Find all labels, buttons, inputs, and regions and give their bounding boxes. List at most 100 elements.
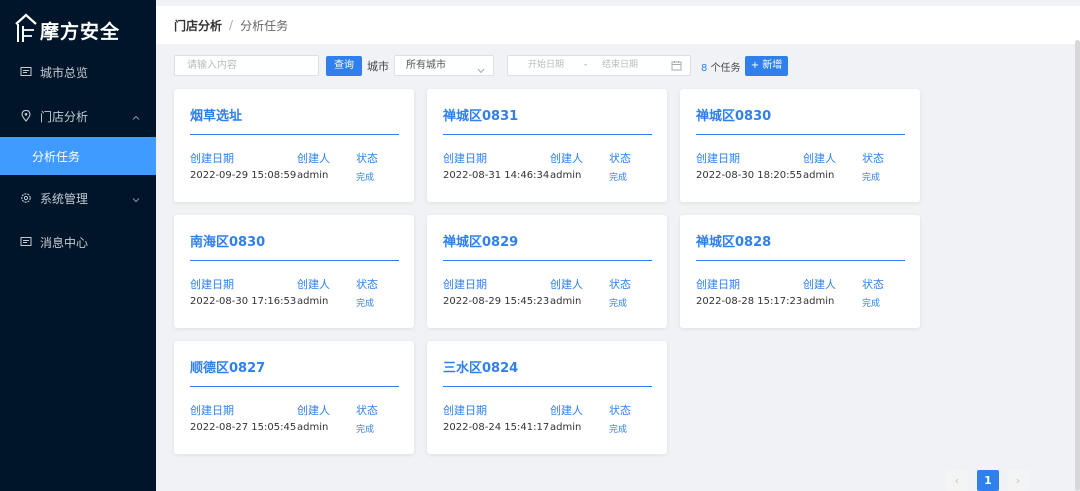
calendar-icon [671, 60, 682, 71]
date-range-picker[interactable]: 开始日期 - 结束日期 [507, 55, 691, 76]
creator-value: admin [297, 422, 329, 433]
task-title[interactable]: 南海区0830 [190, 231, 265, 250]
sidebar-item-analysis-tasks[interactable]: 分析任务 [0, 137, 156, 175]
status-label: 状态 [356, 152, 378, 165]
status-label: 状态 [862, 278, 884, 291]
task-title[interactable]: 烟草选址 [190, 105, 242, 124]
vertical-scrollbar[interactable] [1075, 40, 1080, 491]
sidebar-item-city-overview[interactable]: 城市总览 [0, 53, 156, 91]
created-date-label: 创建日期 [443, 278, 487, 291]
created-date-label: 创建日期 [190, 152, 234, 165]
creator-value: admin [297, 170, 329, 181]
breadcrumb: 门店分析 / 分析任务 [156, 6, 1080, 44]
created-date-label: 创建日期 [443, 152, 487, 165]
status-badge: 完成 [862, 299, 881, 309]
query-button[interactable]: 查询 [326, 56, 362, 76]
next-page-button[interactable]: › [1007, 470, 1029, 491]
creator-label: 创建人 [297, 404, 330, 417]
creator-label: 创建人 [297, 278, 330, 291]
status-badge: 完成 [609, 173, 628, 183]
creator-value: admin [550, 422, 582, 433]
task-card[interactable]: 禅城区0828 创建日期 创建人 状态 2022-08-28 15:17:23 admin… [680, 215, 920, 328]
created-date-label: 创建日期 [696, 278, 740, 291]
page-number-button[interactable]: 1 [977, 470, 999, 491]
task-card[interactable]: 烟草选址创建日期 创建人 状态 2022-09-29 15:08:59 admin 完成 [174, 89, 414, 202]
location-pin-icon [20, 110, 32, 122]
city-label: 城市 [367, 60, 389, 73]
task-title[interactable]: 禅城区0828 [696, 231, 771, 250]
creator-label: 创建人 [550, 152, 583, 165]
creator-value: admin [550, 296, 582, 307]
add-task-button[interactable]: + 新增 [745, 56, 788, 76]
created-date-label: 创建日期 [443, 404, 487, 417]
sidebar-item-store-analysis[interactable]: 门店分析 [0, 97, 156, 135]
end-date-field[interactable]: 结束日期 [602, 56, 638, 75]
card-divider [190, 260, 399, 261]
breadcrumb-current: 分析任务 [240, 18, 289, 33]
card-divider [443, 134, 652, 135]
task-count-number: 8 [701, 63, 708, 74]
task-card[interactable]: 三水区0824 创建日期 创建人 状态 2022-08-24 15:41:17 admin… [427, 341, 667, 454]
chevron-down-icon [477, 62, 485, 74]
task-count-unit: 个任务 [710, 63, 741, 74]
creator-label: 创建人 [297, 152, 330, 165]
task-title[interactable]: 顺德区0827 [190, 357, 265, 376]
city-select-value: 所有城市 [406, 60, 446, 71]
task-card[interactable]: 禅城区0830 创建日期 创建人 状态 2022-08-30 18:20:55 admin… [680, 89, 920, 202]
city-select[interactable]: 所有城市 [394, 55, 494, 76]
logo-text: 摩方安全 [40, 20, 121, 43]
status-label: 状态 [356, 404, 378, 417]
filter-toolbar: 请输入内容 查询 城市 所有城市 开始日期 - 结束日期 8 个任务 + 新增 [174, 55, 1074, 77]
message-square-icon [20, 236, 32, 248]
sidebar-item-label: 门店分析 [40, 109, 89, 124]
status-label: 状态 [862, 152, 884, 165]
status-badge: 完成 [356, 299, 375, 309]
task-title[interactable]: 禅城区0829 [443, 231, 518, 250]
created-date-value: 2022-09-29 15:08:59 [190, 170, 297, 181]
chevron-down-icon [132, 193, 140, 203]
created-date-value: 2022-08-31 14:46:34 [443, 170, 550, 181]
task-title[interactable]: 三水区0824 [443, 357, 518, 376]
breadcrumb-separator: / [229, 18, 234, 32]
creator-value: admin [803, 296, 835, 307]
task-card[interactable]: 禅城区0829 创建日期 创建人 状态 2022-08-29 15:45:23 admin… [427, 215, 667, 328]
creator-label: 创建人 [803, 152, 836, 165]
prev-page-button[interactable]: ‹ [946, 470, 968, 491]
date-separator: - [584, 60, 588, 70]
task-card[interactable]: 禅城区0831 创建日期 创建人 状态 2022-08-31 14:46:34 admin… [427, 89, 667, 202]
message-square-icon [20, 66, 32, 78]
created-date-label: 创建日期 [190, 278, 234, 291]
status-badge: 完成 [356, 425, 375, 435]
created-date-label: 创建日期 [696, 152, 740, 165]
search-input[interactable]: 请输入内容 [174, 55, 319, 76]
sidebar-item-label: 城市总览 [40, 65, 89, 80]
created-date-value: 2022-08-24 15:41:17 [443, 422, 550, 433]
sidebar: 摩方安全 城市总览 门店分析 分析任务 系统管理 消息中心 [0, 0, 156, 491]
status-badge: 完成 [862, 173, 881, 183]
card-divider [696, 134, 905, 135]
status-badge: 完成 [356, 173, 375, 183]
creator-label: 创建人 [550, 278, 583, 291]
creator-label: 创建人 [550, 404, 583, 417]
logo: 摩方安全 [14, 8, 120, 46]
created-date-value: 2022-08-28 15:17:23 [696, 296, 803, 307]
card-divider [190, 134, 399, 135]
sidebar-item-label: 分析任务 [32, 149, 81, 164]
status-label: 状态 [609, 404, 631, 417]
status-badge: 完成 [609, 425, 628, 435]
creator-label: 创建人 [803, 278, 836, 291]
sidebar-item-message-center[interactable]: 消息中心 [0, 223, 156, 261]
created-date-label: 创建日期 [190, 404, 234, 417]
task-card[interactable]: 南海区0830 创建日期 创建人 状态 2022-08-30 17:16:53 admin… [174, 215, 414, 328]
task-title[interactable]: 禅城区0830 [696, 105, 771, 124]
sidebar-item-system-management[interactable]: 系统管理 [0, 179, 156, 217]
created-date-value: 2022-08-27 15:05:45 [190, 422, 297, 433]
chevron-up-icon [132, 111, 140, 120]
start-date-field[interactable]: 开始日期 [528, 56, 564, 75]
created-date-value: 2022-08-30 17:16:53 [190, 296, 297, 307]
task-title[interactable]: 禅城区0831 [443, 105, 518, 124]
breadcrumb-root[interactable]: 门店分析 [174, 17, 222, 34]
task-card[interactable]: 顺德区0827 创建日期 创建人 状态 2022-08-27 15:05:45 admin… [174, 341, 414, 454]
sidebar-item-label: 消息中心 [40, 235, 89, 250]
created-date-value: 2022-08-30 18:20:55 [696, 170, 803, 181]
